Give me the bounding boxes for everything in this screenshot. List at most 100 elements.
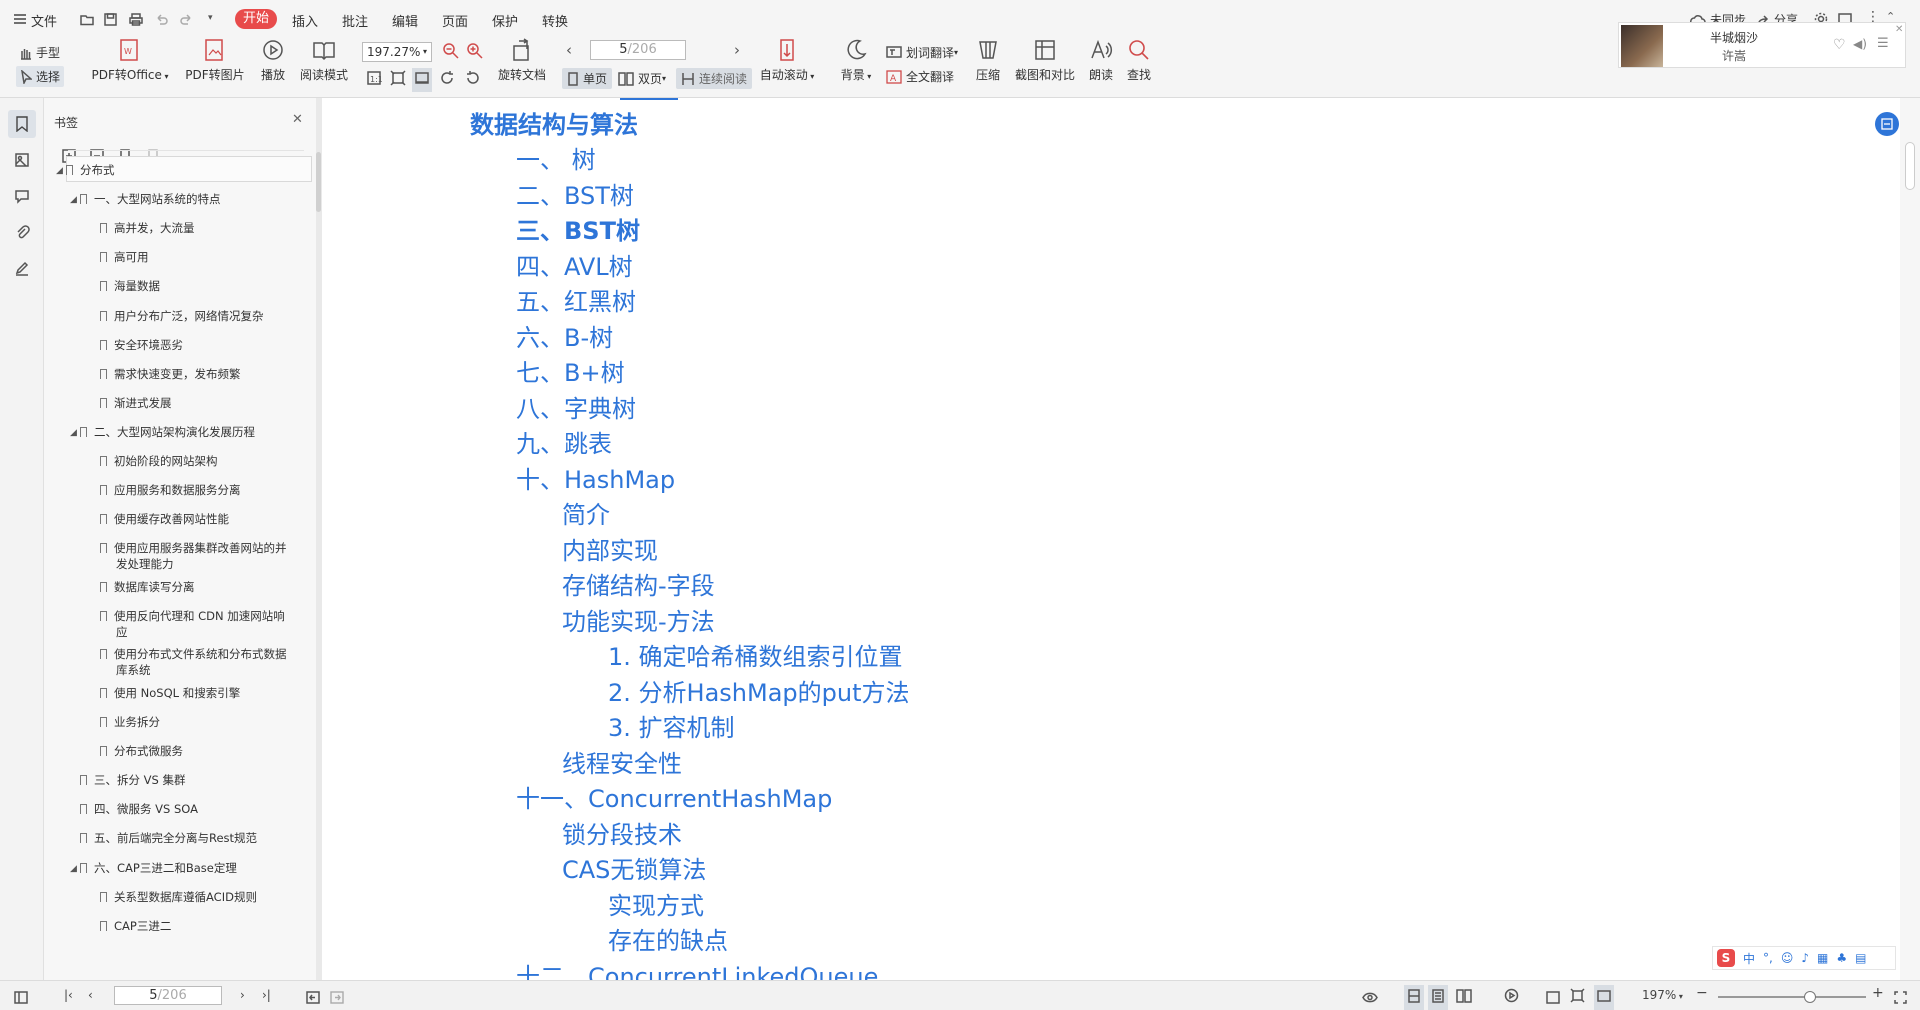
- close-icon[interactable]: ✕: [1895, 24, 1903, 35]
- close-panel-icon[interactable]: ✕: [292, 112, 303, 127]
- heart-icon[interactable]: ♡: [1833, 37, 1846, 53]
- floating-convert-button[interactable]: [1875, 112, 1899, 136]
- prev-page-status-icon[interactable]: ‹: [88, 988, 93, 1002]
- word-translate-button[interactable]: 划词翻译 ▾: [886, 44, 958, 61]
- prev-page-icon[interactable]: ‹: [566, 41, 572, 59]
- fit-width-status-icon[interactable]: [1594, 985, 1614, 1010]
- bookmark-item[interactable]: ◢ 分布式: [56, 162, 115, 178]
- tab-annotate[interactable]: 批注: [342, 11, 368, 30]
- double-page-button[interactable]: 双页 ▾: [618, 70, 666, 87]
- next-page-status-icon[interactable]: ›: [240, 988, 245, 1002]
- toc-entry[interactable]: CAS无锁算法: [562, 856, 706, 884]
- toc-entry[interactable]: 实现方式: [608, 892, 704, 920]
- bookmark-item[interactable]: ◢ 六、CAP三进二和Base定理: [70, 860, 237, 876]
- scroll-thumb[interactable]: [1905, 142, 1915, 190]
- grid-icon[interactable]: ▤: [1855, 951, 1866, 965]
- tab-convert[interactable]: 转换: [542, 11, 568, 30]
- find-button[interactable]: 查找: [1124, 38, 1154, 83]
- toc-entry[interactable]: 六、B-树: [516, 324, 613, 352]
- bookmark-item[interactable]: 安全环境恶劣: [100, 337, 183, 353]
- playlist-icon[interactable]: ☰: [1877, 36, 1889, 51]
- first-page-icon[interactable]: |‹: [64, 988, 73, 1002]
- play-button[interactable]: 播放: [256, 38, 290, 83]
- actual-size-icon[interactable]: 1:1: [366, 70, 383, 90]
- volume-icon[interactable]: ◀): [1853, 37, 1867, 51]
- fit-page-icon[interactable]: [390, 70, 406, 90]
- zoom-in-icon[interactable]: [466, 42, 484, 64]
- rotate-document-button[interactable]: 旋转文档: [496, 38, 548, 83]
- continuous-view-icon[interactable]: [1428, 985, 1448, 1010]
- bookmark-item[interactable]: 海量数据: [100, 278, 160, 294]
- expand-triangle-icon[interactable]: ◢: [70, 192, 77, 208]
- read-aloud-button[interactable]: 朗读: [1086, 38, 1116, 83]
- toc-entry[interactable]: 3. 扩容机制: [608, 714, 735, 742]
- attachment-panel-toggle[interactable]: [8, 218, 36, 246]
- ime-language[interactable]: 中: [1743, 950, 1755, 967]
- bookmark-item[interactable]: 三、拆分 VS 集群: [80, 772, 185, 788]
- hand-tool[interactable]: 手型: [18, 44, 60, 61]
- pdf-to-image-button[interactable]: PDF转图片: [182, 38, 248, 83]
- file-menu[interactable]: 文件: [14, 11, 57, 30]
- bookmark-item[interactable]: 高并发，大流量: [100, 220, 195, 236]
- music-widget[interactable]: 半城烟沙 许嵩 ♡ ◀) ☰ ✕: [1618, 22, 1906, 68]
- bookmark-panel-toggle[interactable]: [8, 110, 36, 138]
- auto-scroll-button[interactable]: 自动滚动 ▾: [756, 38, 818, 83]
- tab-insert[interactable]: 插入: [292, 11, 318, 30]
- toc-entry[interactable]: 十、HashMap: [516, 466, 675, 494]
- fit-page-status-icon[interactable]: [1570, 988, 1585, 1007]
- quick-access-dropdown-icon[interactable]: ▾: [208, 13, 213, 23]
- page-input[interactable]: 5/206: [590, 40, 686, 60]
- toc-entry[interactable]: 三、BST树: [516, 217, 640, 245]
- undo-icon[interactable]: [155, 11, 168, 30]
- zoom-level[interactable]: 197% ▾: [1642, 988, 1683, 1002]
- bookmark-item[interactable]: 使用应用服务器集群改善网站的并 发处理能力: [100, 540, 287, 572]
- document-scrollbar[interactable]: [1900, 98, 1920, 980]
- tab-edit[interactable]: 编辑: [392, 11, 418, 30]
- zoom-select[interactable]: 197.27% ▾: [362, 42, 432, 62]
- microphone-icon[interactable]: ♪: [1801, 951, 1809, 965]
- tab-start[interactable]: 开始: [235, 9, 277, 29]
- bookmark-item[interactable]: ◢ 二、大型网站架构演化发展历程: [70, 424, 255, 440]
- next-page-icon[interactable]: ›: [734, 41, 740, 59]
- rotate-right-icon[interactable]: [464, 70, 480, 90]
- bookmark-item[interactable]: 高可用: [100, 249, 149, 265]
- status-page-input[interactable]: 5/206: [114, 986, 222, 1005]
- redo-icon[interactable]: [180, 11, 193, 30]
- bookmark-item[interactable]: 四、微服务 VS SOA: [80, 801, 198, 817]
- toc-entry[interactable]: 锁分段技术: [562, 821, 682, 849]
- expand-triangle-icon[interactable]: ◢: [70, 861, 77, 877]
- doc-heading[interactable]: 数据结构与算法: [470, 111, 638, 139]
- bookmark-item[interactable]: 应用服务和数据服务分离: [100, 482, 241, 498]
- double-view-icon[interactable]: [1456, 988, 1472, 1007]
- read-mode-button[interactable]: 阅读模式: [296, 38, 352, 83]
- punctuation-icon[interactable]: °,: [1763, 951, 1773, 965]
- tab-page[interactable]: 页面: [442, 11, 468, 30]
- eye-protection-icon[interactable]: [1362, 989, 1378, 1008]
- zoom-in-status-icon[interactable]: +: [1872, 985, 1884, 1001]
- tab-protect[interactable]: 保护: [492, 11, 518, 30]
- print-icon[interactable]: [129, 11, 143, 30]
- compress-button[interactable]: 压缩: [970, 38, 1006, 83]
- toc-entry[interactable]: 八、字典树: [516, 395, 636, 423]
- zoom-slider-knob[interactable]: [1803, 991, 1816, 1003]
- ime-toolbar[interactable]: S 中 °, ☺ ♪ ▦ ♣ ▤: [1712, 946, 1896, 970]
- bookmark-item[interactable]: 初始阶段的网站架构: [100, 453, 218, 469]
- toc-entry[interactable]: 存在的缺点: [608, 927, 728, 955]
- toc-entry[interactable]: 简介: [562, 501, 610, 529]
- last-page-icon[interactable]: ›|: [262, 988, 271, 1002]
- keyboard-icon[interactable]: ▦: [1817, 951, 1828, 965]
- single-page-view-icon[interactable]: [1404, 985, 1424, 1010]
- zoom-slider[interactable]: [1718, 991, 1866, 1003]
- toc-entry[interactable]: 2. 分析HashMap的put方法: [608, 679, 910, 707]
- save-icon[interactable]: [104, 11, 117, 30]
- actual-size-status-icon[interactable]: [1546, 989, 1560, 1008]
- bookmark-item[interactable]: 业务拆分: [100, 714, 160, 730]
- toc-entry[interactable]: 1. 确定哈希桶数组索引位置: [608, 643, 903, 671]
- bookmark-item[interactable]: 渐进式发展: [100, 395, 172, 411]
- bookmark-item[interactable]: 使用反向代理和 CDN 加速网站响应: [100, 608, 285, 640]
- rotate-left-icon[interactable]: [440, 70, 456, 90]
- emoji-icon[interactable]: ☺: [1781, 951, 1794, 965]
- toc-entry[interactable]: 四、AVL树: [516, 253, 633, 281]
- bookmark-item[interactable]: 分布式微服务: [100, 743, 183, 759]
- bookmark-item[interactable]: 数据库读写分离: [100, 579, 195, 595]
